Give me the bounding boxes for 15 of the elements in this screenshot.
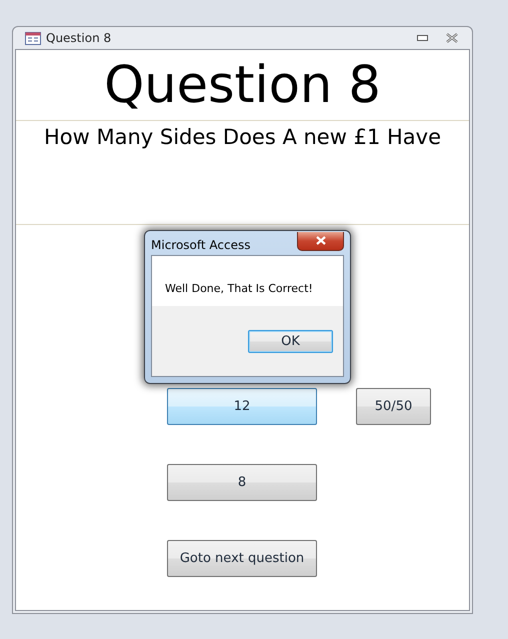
dialog-message: Well Done, That Is Correct! [164, 281, 314, 297]
close-button[interactable] [297, 232, 344, 250]
question-heading: Question 8 [103, 55, 382, 117]
ok-button[interactable]: OK [248, 330, 333, 352]
question-text: How Many Sides Does A new £1 Have [16, 120, 469, 225]
answer-button[interactable]: 12 [167, 388, 317, 425]
form-icon [25, 32, 41, 44]
window-title: Question 8 [46, 31, 112, 45]
minimize-icon[interactable] [417, 35, 428, 41]
close-icon[interactable] [446, 33, 458, 43]
next-question-button[interactable]: Goto next question [167, 540, 317, 577]
fifty-fifty-button[interactable]: 50/50 [356, 388, 431, 425]
close-icon [316, 236, 326, 245]
dialog-title: Microsoft Access [151, 237, 251, 252]
answer-button[interactable]: 8 [167, 464, 317, 501]
